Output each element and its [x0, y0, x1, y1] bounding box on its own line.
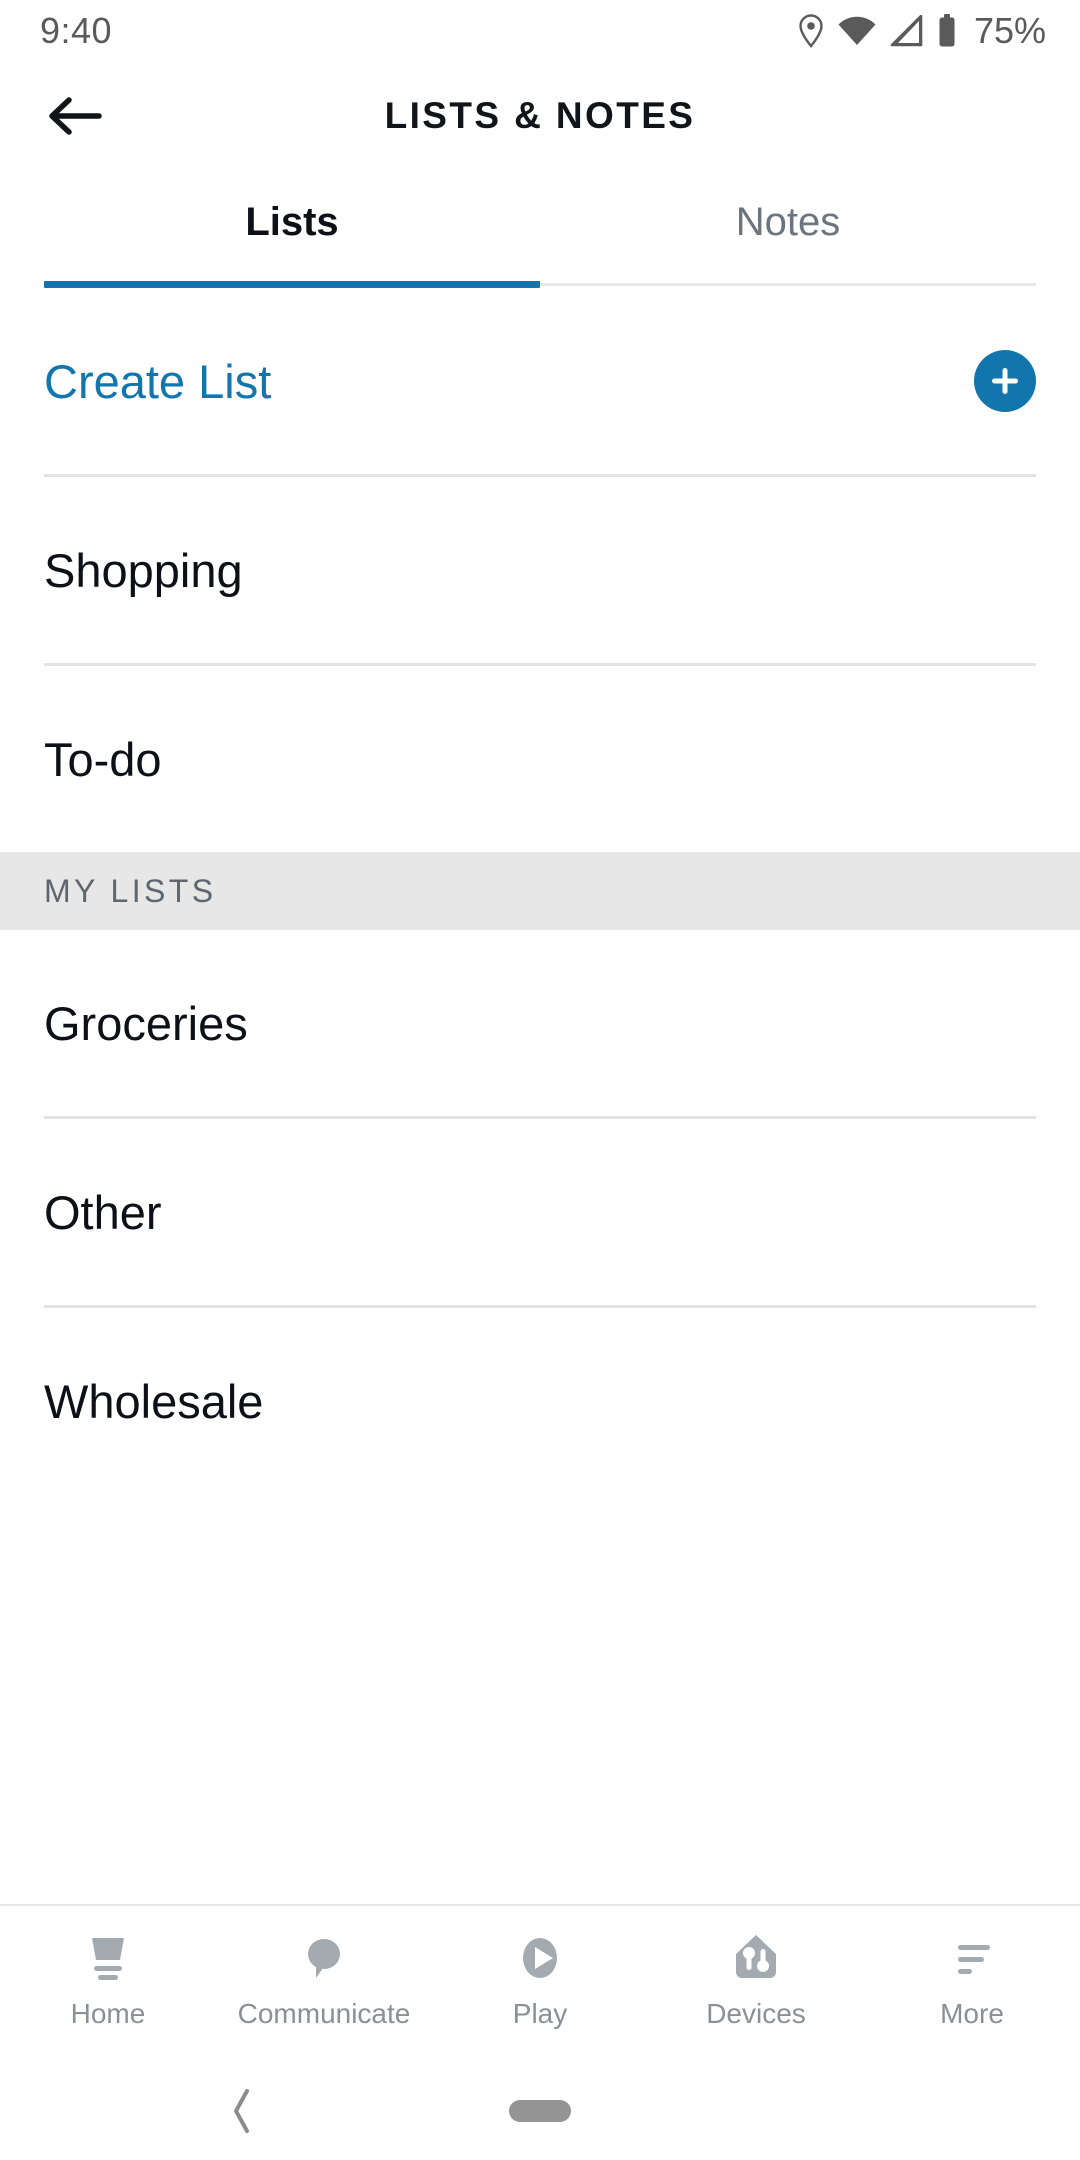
plus-icon[interactable]: [974, 350, 1036, 412]
create-list-row[interactable]: Create List: [0, 288, 1080, 474]
app-root: 9:40 75% LISTS & NOTES Lists Notes Creat…: [0, 0, 1080, 2160]
speech-bubble-icon: [296, 1928, 352, 1988]
location-pin-icon: [798, 14, 824, 48]
battery-icon: [937, 14, 957, 48]
hamburger-menu-icon: [944, 1928, 1000, 1988]
battery-percent-label: 75%: [973, 10, 1046, 51]
list-item-label: Groceries: [44, 996, 248, 1050]
home-pill-indicator[interactable]: [509, 2100, 571, 2122]
nav-label: More: [940, 1998, 1004, 2029]
list-item-shopping[interactable]: Shopping: [0, 477, 1080, 663]
list-item-label: Wholesale: [44, 1374, 264, 1428]
nav-label: Home: [70, 1998, 146, 2029]
tab-lists-label: Lists: [245, 199, 339, 244]
list-item-todo[interactable]: To-do: [0, 666, 1080, 852]
list-item-label: Shopping: [44, 543, 243, 597]
page-title: LISTS & NOTES: [384, 95, 696, 136]
nav-label: Communicate: [237, 1998, 411, 2029]
list-item-groceries[interactable]: Groceries: [0, 930, 1080, 1116]
nav-item-communicate[interactable]: Communicate: [216, 1928, 432, 2030]
nav-label: Devices: [706, 1998, 806, 2029]
tab-bar: Lists Notes: [0, 170, 1080, 288]
nav-item-more[interactable]: More: [864, 1928, 1080, 2030]
cellular-signal-icon: [890, 15, 924, 47]
nav-item-devices[interactable]: Devices: [648, 1928, 864, 2030]
list-item-wholesale[interactable]: Wholesale: [0, 1308, 1080, 1494]
android-system-nav: [0, 2062, 1080, 2160]
chevron-left-icon[interactable]: [212, 2081, 272, 2141]
app-header: LISTS & NOTES: [0, 62, 1080, 170]
status-bar-time: 9:40: [40, 10, 113, 51]
create-list-label: Create List: [44, 354, 272, 408]
list-item-label: To-do: [44, 732, 162, 786]
list-item-other[interactable]: Other: [0, 1119, 1080, 1305]
my-lists-section-header: MY LISTS: [0, 852, 1080, 930]
back-arrow-icon[interactable]: [44, 85, 106, 147]
nav-item-play[interactable]: Play: [432, 1928, 648, 2030]
bottom-navigation-bar: Home Communicate Play Devices More: [0, 1904, 1080, 2062]
list-item-label: Other: [44, 1185, 162, 1239]
section-header-label: MY LISTS: [44, 872, 217, 909]
tab-active-indicator: [44, 281, 540, 288]
tab-notes-label: Notes: [735, 199, 841, 244]
status-bar-icons: 75%: [798, 10, 1046, 52]
smart-home-icon: [728, 1928, 784, 1988]
play-circle-icon: [512, 1928, 568, 1988]
wifi-icon: [837, 15, 877, 47]
nav-item-home[interactable]: Home: [0, 1928, 216, 2030]
lists-content: Create List Shopping To-do MY LISTS Groc…: [0, 288, 1080, 1904]
tab-notes[interactable]: Notes: [540, 170, 1036, 288]
empty-space: [0, 1494, 1080, 1904]
nav-label: Play: [512, 1998, 568, 2029]
echo-show-device-icon: [80, 1928, 136, 1988]
status-bar: 9:40 75%: [0, 0, 1080, 62]
tab-lists[interactable]: Lists: [44, 170, 540, 288]
